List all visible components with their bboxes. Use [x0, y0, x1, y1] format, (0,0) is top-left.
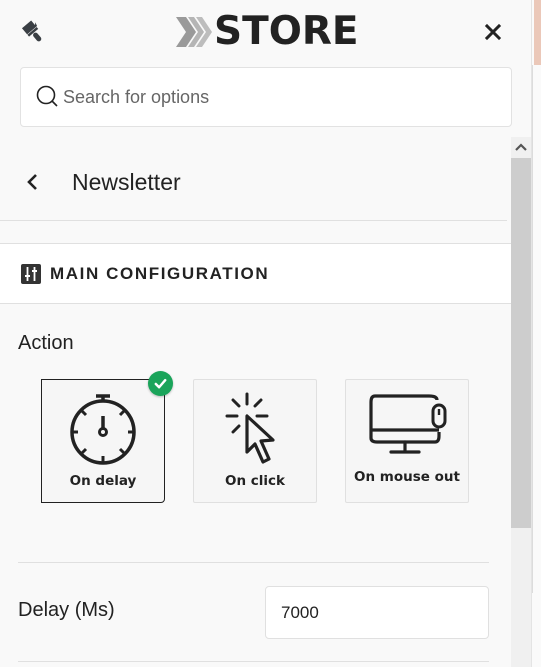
option-label: On mouse out: [354, 469, 460, 485]
cursor-click-icon: [225, 392, 275, 464]
panel-header: Newsletter: [0, 143, 507, 221]
section-title: MAIN CONFIGURATION: [50, 263, 270, 283]
check-circle-icon: [148, 371, 173, 396]
search-icon: [36, 85, 58, 107]
option-label: On click: [224, 473, 286, 489]
logo-text: STORE: [214, 9, 359, 54]
divider: [18, 661, 489, 662]
search-field[interactable]: [20, 67, 512, 127]
preview-edge: [531, 0, 541, 667]
stopwatch-icon: [70, 394, 136, 465]
scrollbar[interactable]: [511, 137, 531, 667]
logo-mark-icon: [176, 17, 212, 47]
xstore-logo: STORE: [174, 12, 359, 52]
customizer-panel: STORE Newsletter MAIN CONFIGURAT: [0, 0, 531, 667]
chevron-up-icon: [515, 143, 527, 151]
action-label: Action: [18, 332, 74, 354]
panel-title: Newsletter: [72, 169, 181, 195]
option-label: On delay: [69, 473, 137, 489]
chevron-left-icon: [27, 174, 37, 190]
monitor-mouse-icon: [369, 394, 447, 454]
option-on-click[interactable]: On click: [193, 379, 317, 503]
divider: [532, 65, 533, 593]
delay-input[interactable]: [265, 586, 489, 639]
option-on-mouse-out[interactable]: On mouse out: [345, 379, 469, 503]
option-on-delay[interactable]: On delay: [41, 379, 165, 503]
sliders-icon: [21, 263, 41, 284]
preview-strip: [534, 0, 541, 65]
scroll-up-button[interactable]: [511, 137, 531, 157]
back-button[interactable]: [22, 169, 44, 195]
delay-label: Delay (Ms): [18, 599, 115, 621]
scrollbar-thumb[interactable]: [511, 158, 531, 528]
paint-brush-icon[interactable]: [20, 19, 46, 45]
search-input[interactable]: [63, 86, 483, 108]
top-bar: STORE: [0, 0, 531, 64]
close-icon[interactable]: [482, 21, 504, 43]
section-header[interactable]: MAIN CONFIGURATION: [0, 243, 511, 304]
divider: [18, 562, 489, 563]
